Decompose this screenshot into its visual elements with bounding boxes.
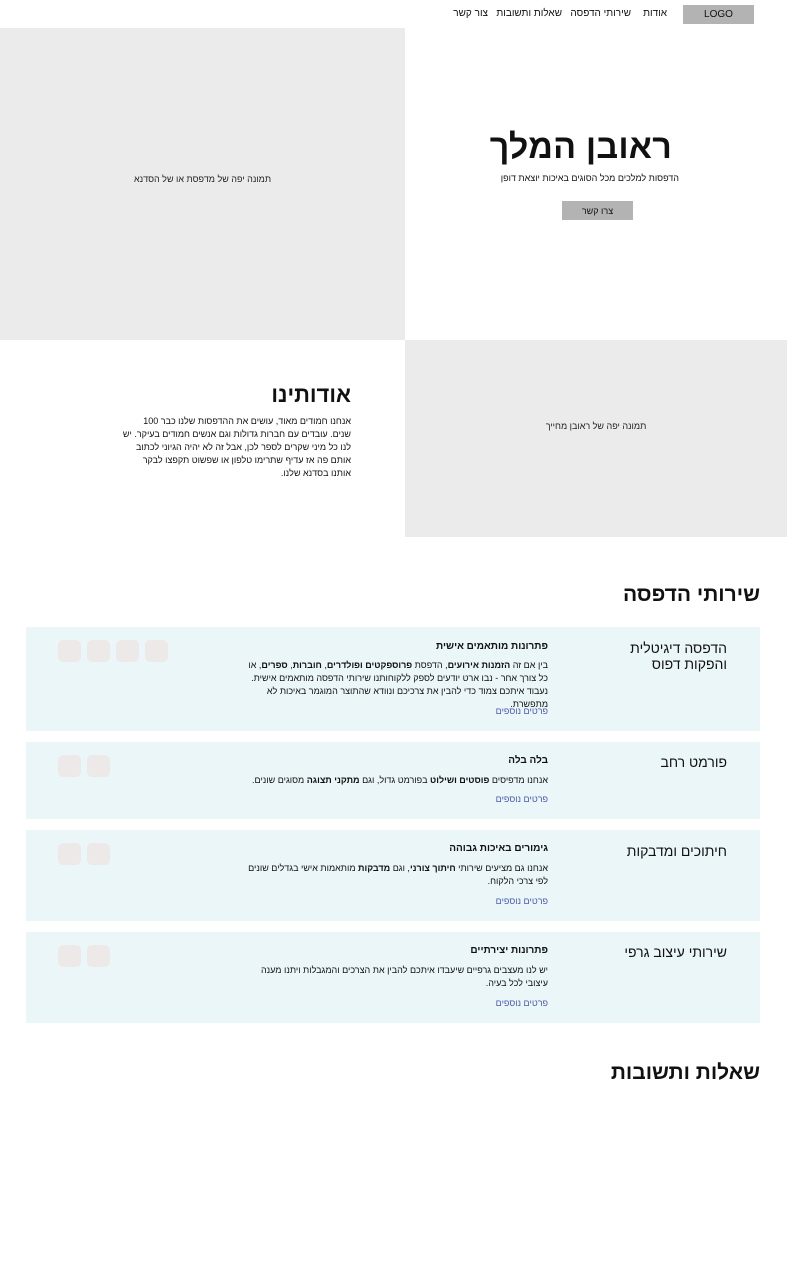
nav-link-about[interactable]: אודות: [643, 8, 667, 19]
service-title: חיתוכים ומדבקות: [626, 843, 727, 859]
service-description: בין אם זה הזמנות אירועים, הדפסת פרוספקטי…: [238, 659, 548, 711]
description-text: אנחנו גם מציעים שירותי: [455, 863, 548, 873]
more-details-link[interactable]: פרטים נוספים: [496, 794, 548, 804]
description-text: יש לנו מעצבים גרפיים שיעבדו איתכם להבין …: [260, 965, 548, 988]
highlight-text: חוברות: [292, 660, 322, 670]
service-subtitle: פתרונות מותאמים אישית: [436, 641, 548, 652]
thumbnail-placeholder[interactable]: [58, 843, 81, 865]
service-title: הדפסה דיגיטלית והפקות דפוס: [630, 640, 727, 672]
thumbnail-placeholder[interactable]: [58, 640, 81, 662]
service-card-digital-print: הדפסה דיגיטלית והפקות דפוס פתרונות מותאמ…: [26, 627, 760, 731]
nav-link-print-services[interactable]: שירותי הדפסה: [570, 8, 631, 19]
thumbnail-row: [58, 640, 168, 662]
nav-link-faq[interactable]: שאלות ותשובות: [496, 8, 562, 19]
description-text: אנחנו מדפיסים: [489, 775, 548, 785]
more-details-link[interactable]: פרטים נוספים: [496, 998, 548, 1008]
service-subtitle: פתרונות יצירתיים: [470, 945, 548, 956]
highlight-text: ספרים: [261, 660, 288, 670]
service-title: פורמט רחב: [660, 754, 727, 770]
faq-title: שאלות ותשובות: [610, 1061, 760, 1084]
about-text-block: אודותינו אנחנו חמודים מאוד, עושים את ההד…: [0, 340, 405, 537]
service-subtitle: גימורים באיכות גבוהה: [449, 843, 548, 854]
highlight-text: הזמנות אירועים: [447, 660, 511, 670]
more-details-link[interactable]: פרטים נוספים: [496, 706, 548, 716]
thumbnail-placeholder[interactable]: [87, 945, 110, 967]
description-text: , הדפסת: [412, 660, 448, 670]
thumbnail-row: [58, 755, 110, 777]
thumbnail-placeholder[interactable]: [58, 945, 81, 967]
top-nav: LOGO אודות שירותי הדפסה שאלות ותשובות צו…: [0, 0, 787, 28]
service-description: אנחנו מדפיסים פוסטים ושילוט בפורמט גדול,…: [238, 774, 548, 787]
hero-subtitle: הדפסות למלכים מכל הסוגים באיכות יוצאת דו…: [500, 173, 679, 183]
nav-link-contact[interactable]: צור קשר: [453, 8, 488, 19]
hero-text-block: ראובן המלך הדפסות למלכים מכל הסוגים באיכ…: [405, 28, 787, 340]
thumbnail-row: [58, 843, 110, 865]
highlight-text: מדבקות: [358, 863, 391, 873]
thumbnail-placeholder[interactable]: [58, 755, 81, 777]
highlight-text: פרוספקטים ופולדרים: [326, 660, 413, 670]
service-subtitle: בלה בלה: [508, 755, 548, 766]
thumbnail-row: [58, 945, 110, 967]
description-text: , וגם: [390, 863, 410, 873]
more-details-link[interactable]: פרטים נוספים: [496, 896, 548, 906]
service-card-wide-format: פורמט רחב בלה בלה אנחנו מדפיסים פוסטים ו…: [26, 742, 760, 819]
description-text: בפורמט גדול, וגם: [359, 775, 431, 785]
hero-image-placeholder: תמונה יפה של מדפסת או של הסדנא: [0, 28, 405, 340]
services-title: שירותי הדפסה: [622, 583, 760, 606]
service-description: יש לנו מעצבים גרפיים שיעבדו איתכם להבין …: [238, 964, 548, 990]
thumbnail-placeholder[interactable]: [145, 640, 168, 662]
service-card-cuts-stickers: חיתוכים ומדבקות גימורים באיכות גבוהה אנח…: [26, 830, 760, 921]
service-description: אנחנו גם מציעים שירותי חיתוך צורני, וגם …: [238, 862, 548, 888]
description-text: בין אם זה: [510, 660, 548, 670]
about-body: אנחנו חמודים מאוד, עושים את ההדפסות שלנו…: [122, 416, 351, 478]
thumbnail-placeholder[interactable]: [87, 843, 110, 865]
thumbnail-placeholder[interactable]: [116, 640, 139, 662]
service-card-graphic-design: שירותי עיצוב גרפי פתרונות יצירתיים יש לנ…: [26, 932, 760, 1023]
hero-image-caption: תמונה יפה של מדפסת או של הסדנא: [133, 174, 272, 184]
service-title: שירותי עיצוב גרפי: [624, 944, 727, 960]
highlight-text: חיתוך צורני: [409, 863, 456, 873]
about-image-caption: תמונה יפה של ראובן מחייך: [545, 420, 647, 431]
thumbnail-placeholder[interactable]: [87, 640, 110, 662]
logo[interactable]: LOGO: [683, 5, 754, 24]
hero-title: ראובן המלך: [489, 128, 672, 166]
highlight-text: פוסטים ושילוט: [430, 775, 490, 785]
thumbnail-placeholder[interactable]: [87, 755, 110, 777]
description-text: מסוגים שונים.: [252, 775, 307, 785]
highlight-text: מתקני תצוגה: [306, 775, 360, 785]
contact-button[interactable]: צרו קשר: [562, 201, 633, 220]
about-image-placeholder: תמונה יפה של ראובן מחייך: [405, 340, 787, 537]
about-title: אודותינו: [271, 382, 351, 407]
